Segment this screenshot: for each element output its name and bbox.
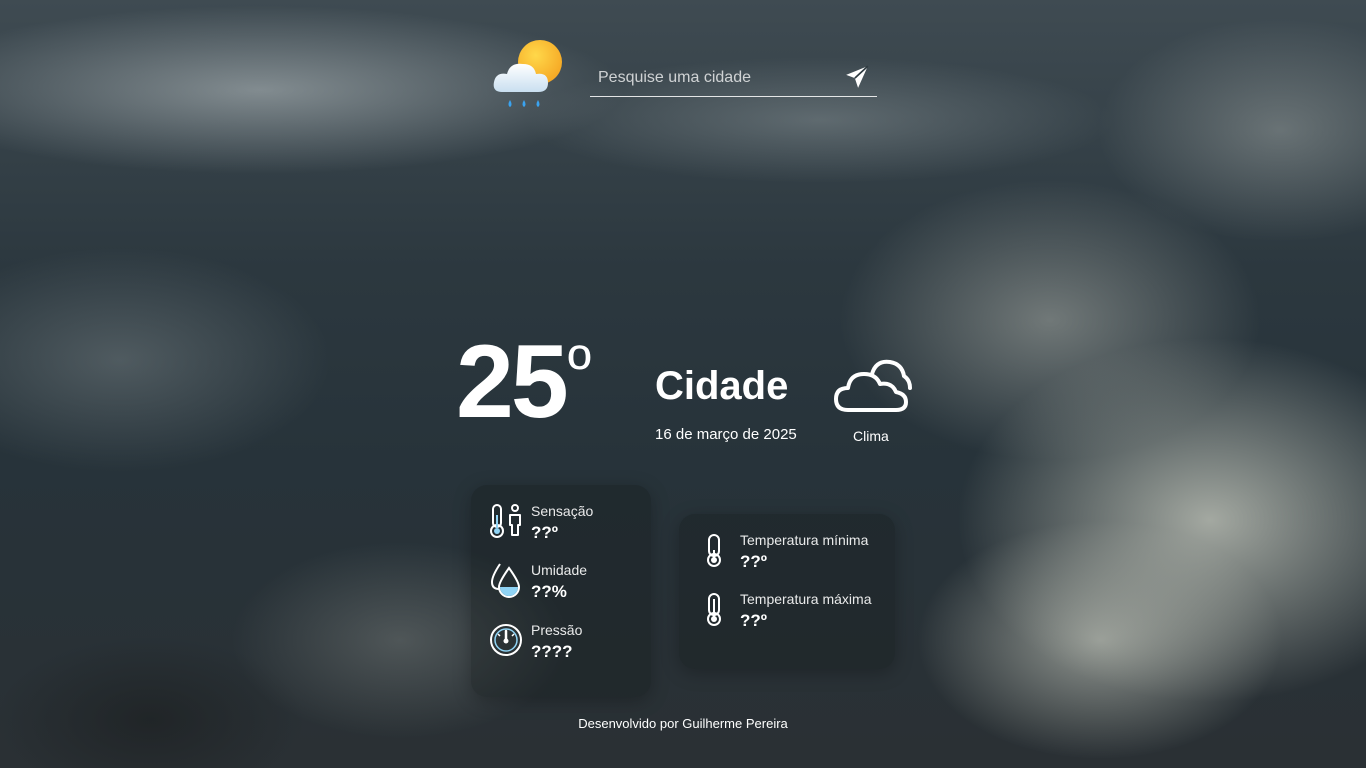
humidity-icon [490, 563, 521, 598]
footer-credit: Desenvolvido por Guilherme Pereira [578, 716, 788, 731]
details-card-right: Temperatura mínima ??º Temperatura máxim… [679, 514, 895, 669]
city-name: Cidade [655, 364, 789, 408]
weather-logo-icon [493, 40, 562, 107]
thermometer-low-icon [707, 534, 721, 567]
feels-like-icon [490, 504, 521, 538]
stat-value: ??º [531, 523, 558, 542]
search-input[interactable] [590, 62, 838, 94]
pressure-icon [490, 624, 522, 656]
stat-label: Temperatura máxima [740, 591, 872, 607]
thermometer-high-icon [707, 593, 721, 626]
cloud-icon [834, 359, 912, 412]
search-bar [590, 62, 877, 97]
search-button[interactable] [843, 64, 871, 92]
stat-label: Pressão [531, 622, 583, 638]
send-icon [846, 65, 869, 88]
stat-label: Sensação [531, 503, 594, 519]
current-date: 16 de março de 2025 [655, 426, 797, 443]
stat-label: Umidade [531, 562, 588, 578]
condition-label: Clima [853, 428, 889, 444]
degree-symbol: º [567, 332, 591, 404]
stat-value: ??º [740, 611, 767, 630]
details-card-left: Sensação ??º Umidade ??% Pressão ???? [471, 485, 651, 697]
stat-value: ??% [531, 582, 567, 601]
stat-value: ???? [531, 642, 573, 661]
temperature: 25º [456, 330, 591, 434]
temperature-value: 25 [456, 324, 569, 440]
stat-value: ??º [740, 552, 767, 571]
header [490, 36, 890, 116]
stat-label: Temperatura mínima [740, 532, 869, 548]
